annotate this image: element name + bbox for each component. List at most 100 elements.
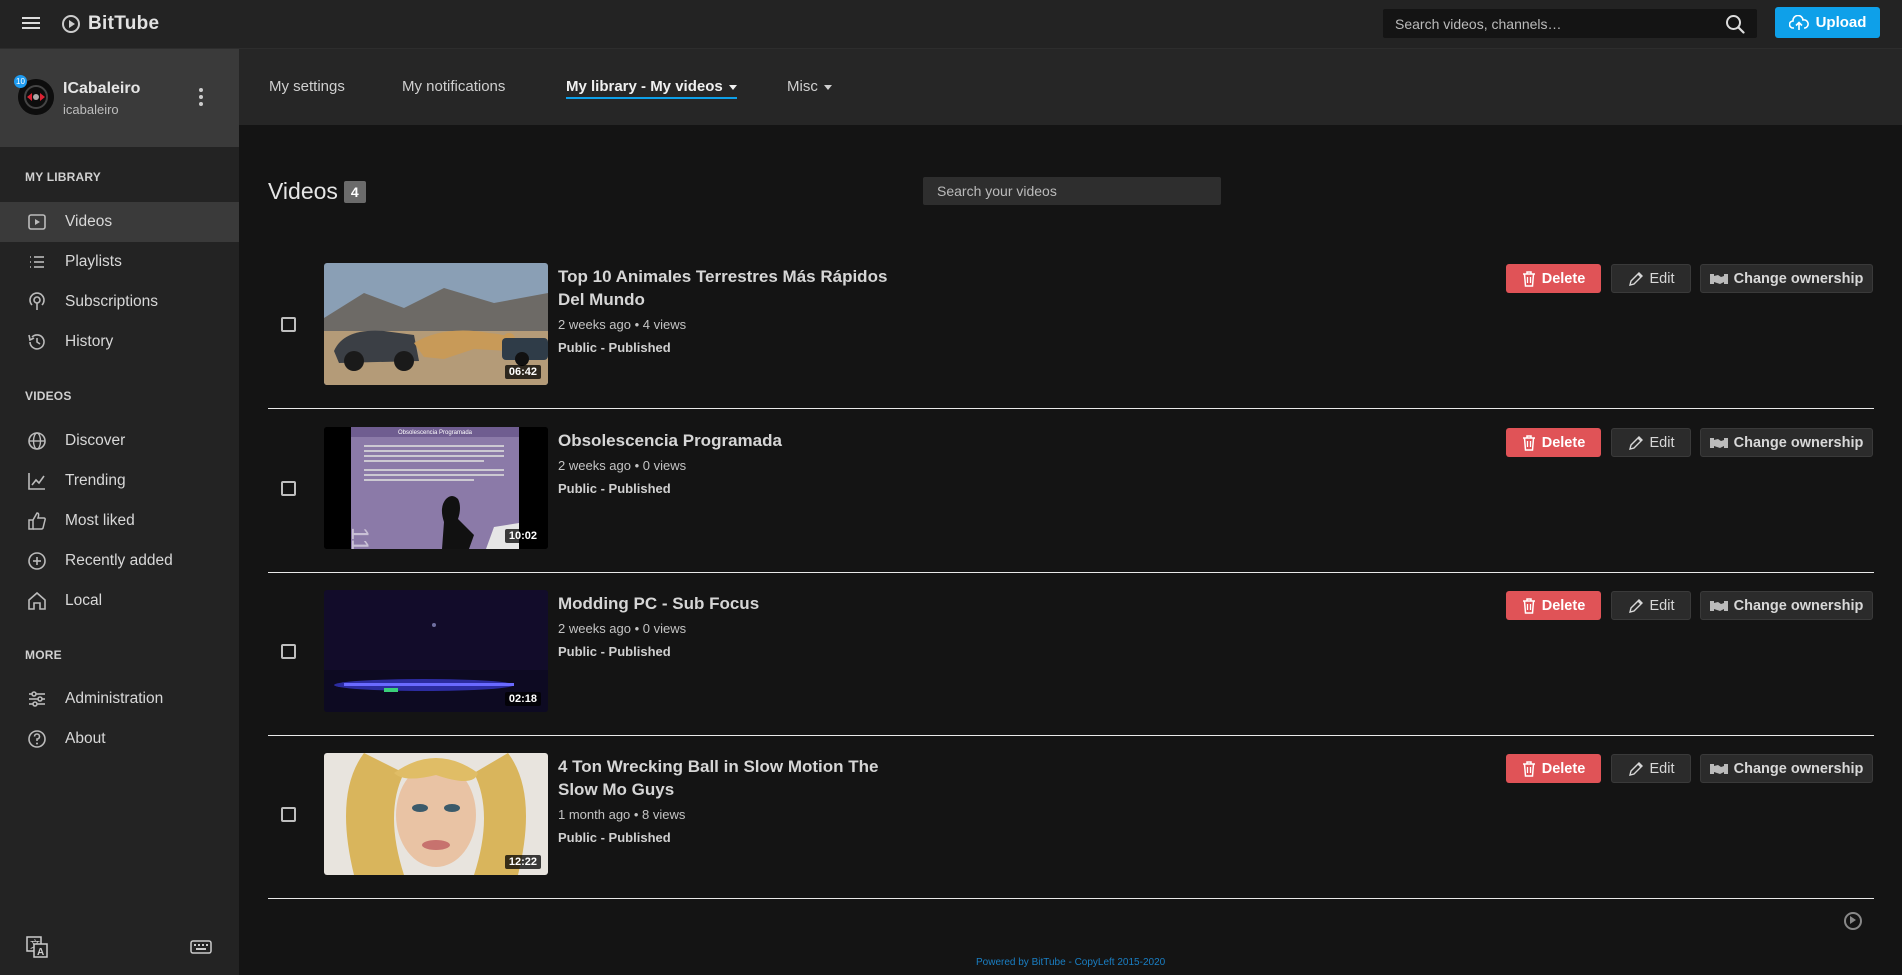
video-title[interactable]: Modding PC - Sub Focus: [558, 592, 898, 615]
tab-misc-label: Misc: [787, 78, 818, 95]
handshake-icon: [1709, 763, 1728, 774]
video-meta: 2 weeks ago • 0 views: [558, 621, 687, 636]
home-icon: [28, 591, 46, 610]
video-duration: 10:02: [504, 529, 541, 543]
video-status: Public - Published: [558, 830, 671, 845]
sidebar-item-recently-added[interactable]: Recently added: [0, 541, 239, 581]
pencil-icon: [1628, 761, 1643, 776]
tab-my-library[interactable]: My library - My videos: [566, 78, 737, 99]
sidebar-item-label: About: [65, 730, 106, 747]
thumbs-up-icon: [28, 512, 46, 530]
edit-button[interactable]: Edit: [1611, 754, 1691, 783]
video-thumbnail[interactable]: Obsolescencia Programada 111 10:02: [324, 427, 548, 549]
sidebar-item-subscriptions[interactable]: Subscriptions: [0, 282, 239, 322]
trash-icon: [1522, 434, 1535, 451]
global-search-input[interactable]: [1383, 9, 1703, 38]
video-meta: 2 weeks ago • 0 views: [558, 458, 687, 473]
menu-icon[interactable]: [22, 14, 40, 32]
delete-button[interactable]: Delete: [1506, 754, 1601, 783]
video-meta: 1 month ago • 8 views: [558, 807, 686, 822]
subscriptions-icon: [29, 292, 45, 310]
change-ownership-button[interactable]: Change ownership: [1700, 754, 1873, 783]
footer-credits[interactable]: Powered by BitTube - CopyLeft 2015-2020: [976, 957, 1165, 968]
sidebar-item-videos[interactable]: Videos: [0, 202, 239, 242]
plus-circle-icon: [28, 552, 46, 570]
trending-icon: [28, 473, 45, 490]
change-ownership-button[interactable]: Change ownership: [1700, 428, 1873, 457]
search-icon[interactable]: [1725, 14, 1745, 34]
notification-badge: 10: [14, 75, 27, 88]
upload-button[interactable]: Upload: [1775, 7, 1880, 38]
video-select-checkbox[interactable]: [281, 481, 296, 496]
change-ownership-button[interactable]: Change ownership: [1700, 591, 1873, 620]
video-duration: 12:22: [504, 855, 541, 869]
user-display-name[interactable]: ICabaleiro: [63, 80, 140, 98]
chevron-down-icon: [728, 84, 737, 90]
sidebar-item-label: Videos: [65, 213, 113, 230]
handshake-icon: [1709, 600, 1728, 611]
video-thumbnail[interactable]: 02:18: [324, 590, 548, 712]
list-icon: [30, 256, 44, 268]
handshake-icon: [1709, 437, 1728, 448]
video-row: 12:22 4 Ton Wrecking Ball in Slow Motion…: [268, 735, 1874, 899]
delete-button[interactable]: Delete: [1506, 591, 1601, 620]
sidebar-item-trending[interactable]: Trending: [0, 461, 239, 501]
video-thumbnail[interactable]: 12:22: [324, 753, 548, 875]
video-title[interactable]: Obsolescencia Programada: [558, 429, 898, 452]
svg-text:A: A: [37, 947, 44, 958]
sidebar-item-label: Subscriptions: [65, 293, 159, 310]
change-ownership-button[interactable]: Change ownership: [1700, 264, 1873, 293]
sidebar-item-administration[interactable]: Administration: [0, 679, 239, 719]
sidebar-item-playlists[interactable]: Playlists: [0, 242, 239, 282]
help-icon: [28, 730, 46, 748]
sidebar-item-label: Most liked: [65, 512, 135, 529]
sidebar-item-history[interactable]: History: [0, 322, 239, 362]
change-ownership-label: Change ownership: [1733, 760, 1864, 777]
sidebar-item-about[interactable]: About: [0, 719, 239, 759]
top-header: BitTube Upload: [0, 0, 1902, 49]
pencil-icon: [1628, 435, 1643, 450]
video-select-checkbox[interactable]: [281, 644, 296, 659]
change-ownership-label: Change ownership: [1733, 434, 1864, 451]
video-title[interactable]: Top 10 Animales Terrestres Más Rápidos D…: [558, 265, 898, 311]
edit-button[interactable]: Edit: [1611, 591, 1691, 620]
sidebar-item-label: History: [65, 333, 114, 350]
delete-button[interactable]: Delete: [1506, 428, 1601, 457]
library-search-input[interactable]: [923, 177, 1221, 205]
edit-button[interactable]: Edit: [1611, 264, 1691, 293]
page-title: Videos 4: [268, 178, 366, 205]
tab-misc[interactable]: Misc: [787, 78, 832, 95]
video-status: Public - Published: [558, 481, 671, 496]
video-title[interactable]: 4 Ton Wrecking Ball in Slow Motion The S…: [558, 755, 898, 801]
video-row: 06:42 Top 10 Animales Terrestres Más Ráp…: [268, 245, 1874, 409]
sidebar-item-discover[interactable]: Discover: [0, 421, 239, 461]
delete-label: Delete: [1541, 597, 1586, 614]
delete-button[interactable]: Delete: [1506, 264, 1601, 293]
page-title-text: Videos: [268, 178, 338, 204]
handshake-icon: [1709, 273, 1728, 284]
video-duration: 02:18: [504, 692, 541, 706]
sub-navigation: My settings My notifications My library …: [239, 49, 1902, 125]
video-select-checkbox[interactable]: [281, 807, 296, 822]
video-row: 02:18 Modding PC - Sub Focus 2 weeks ago…: [268, 572, 1874, 736]
svg-text:111: 111: [346, 527, 373, 549]
delete-label: Delete: [1541, 434, 1586, 451]
tab-my-notifications[interactable]: My notifications: [402, 78, 505, 95]
sidebar-item-label: Trending: [65, 472, 126, 489]
sidebar-item-most-liked[interactable]: Most liked: [0, 501, 239, 541]
change-ownership-label: Change ownership: [1733, 270, 1864, 287]
section-label-more: MORE: [25, 648, 62, 662]
language-icon[interactable]: 文 A: [25, 935, 49, 959]
keyboard-icon[interactable]: [189, 935, 213, 959]
user-box: 10 ICabaleiro icabaleiro: [0, 49, 239, 147]
sidebar-item-local[interactable]: Local: [0, 581, 239, 621]
chevron-down-icon: [823, 84, 832, 90]
play-circle-icon[interactable]: [1844, 912, 1862, 930]
video-thumbnail[interactable]: 06:42: [324, 263, 548, 385]
tab-my-settings[interactable]: My settings: [269, 78, 345, 95]
edit-button[interactable]: Edit: [1611, 428, 1691, 457]
sidebar-item-label: Playlists: [65, 253, 122, 270]
more-options-icon[interactable]: [198, 88, 204, 108]
logo[interactable]: BitTube: [62, 12, 159, 36]
video-select-checkbox[interactable]: [281, 317, 296, 332]
